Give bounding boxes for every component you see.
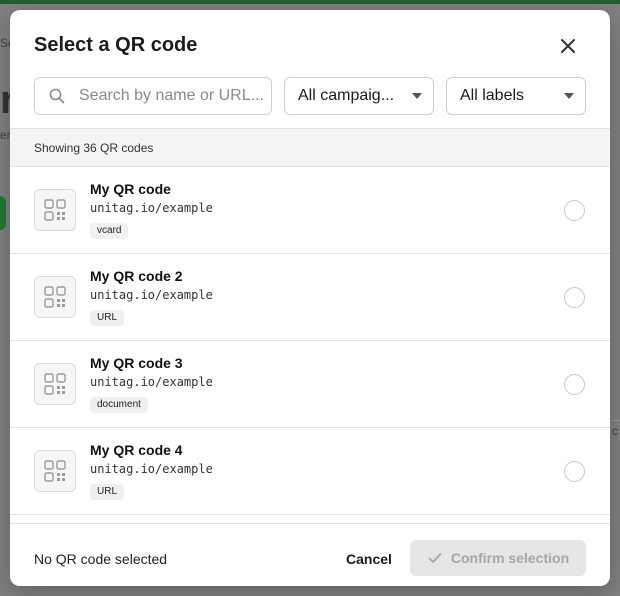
qr-code-url: unitag.io/example [90,288,213,302]
campaign-filter-select[interactable]: All campaig... [284,77,434,115]
select-radio[interactable] [564,287,585,308]
search-box [34,77,272,115]
search-input[interactable] [77,86,271,106]
qr-code-name: My QR code 2 [90,268,183,284]
qr-code-url: unitag.io/example [90,375,213,389]
qr-code-url: unitag.io/example [90,462,213,476]
background-text: c [612,424,618,438]
cancel-button[interactable]: Cancel [346,551,392,567]
background-topbar [0,0,620,4]
qr-code-icon [34,276,76,318]
select-qr-code-dialog: Select a QR code All campaig... All labe… [10,10,610,586]
background-button [0,196,6,230]
qr-code-type-badge: document [90,397,148,413]
close-icon [560,38,576,59]
label-filter-label: All labels [460,87,525,104]
qr-code-icon [34,450,76,492]
qr-code-type-badge: URL [90,484,125,500]
qr-code-url: unitag.io/example [90,201,213,215]
qr-code-icon [34,189,76,231]
select-radio[interactable] [564,374,585,395]
results-count-bar: Showing 36 QR codes [10,128,610,167]
select-radio[interactable] [564,461,585,482]
background-divider [610,420,620,421]
qr-code-list: My QR code unitag.io/example vcard My QR… [10,167,610,523]
check-icon [427,550,443,566]
label-filter-select[interactable]: All labels [446,77,586,115]
confirm-selection-label: Confirm selection [450,550,570,566]
qr-code-list-item[interactable]: My QR code unitag.io/example vcard [10,167,610,254]
qr-code-name: My QR code 4 [90,442,183,458]
selection-status: No QR code selected [34,551,168,567]
search-icon [49,87,67,105]
qr-code-name: My QR code [90,181,171,197]
dialog-footer: No QR code selected Cancel Confirm selec… [10,523,610,586]
confirm-selection-button[interactable]: Confirm selection [410,540,586,576]
caret-down-icon [412,93,422,99]
dialog-title: Select a QR code [34,34,198,56]
results-count: Showing 36 QR codes [34,141,154,155]
qr-code-type-badge: URL [90,310,125,326]
qr-code-type-badge: vcard [90,223,129,239]
qr-code-list-item[interactable]: My QR code 2 unitag.io/example URL [10,254,610,341]
campaign-filter-label: All campaig... [298,87,395,104]
qr-code-name: My QR code 3 [90,355,183,371]
select-radio[interactable] [564,200,585,221]
qr-code-list-item[interactable]: My QR code 4 unitag.io/example URL [10,428,610,515]
caret-down-icon [564,93,574,99]
close-button[interactable] [555,35,581,61]
qr-code-icon [34,363,76,405]
qr-code-list-item[interactable]: My QR code 3 unitag.io/example document [10,341,610,428]
